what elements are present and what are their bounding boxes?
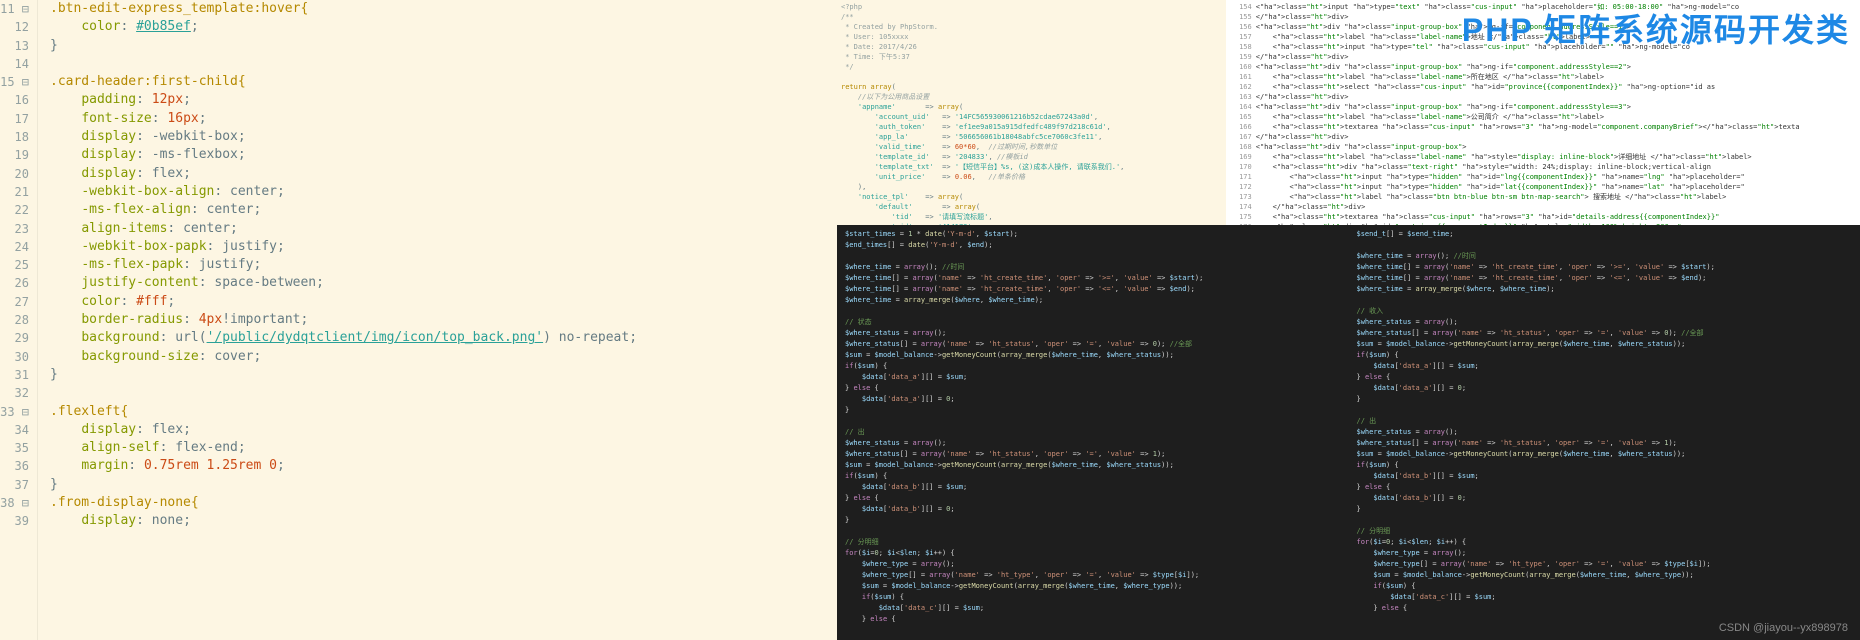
dark-editor-row: $start_times = 1 * date('Y-m-d', $start)…	[837, 225, 1860, 640]
css-code-area[interactable]: .btn-edit-express_template:hover{ color:…	[38, 0, 837, 640]
title-overlay: PHP 矩阵系统源码开发类	[1462, 10, 1850, 52]
right-top-row: <?php /** * Created by PhpStorm. * User:…	[837, 0, 1860, 225]
dark-code-left[interactable]: $start_times = 1 * date('Y-m-d', $start)…	[837, 225, 1349, 640]
html-template-panel[interactable]: 154<"ha">class="ht">input "ha">type="tex…	[1226, 0, 1860, 225]
csdn-watermark: CSDN @jiayou--yx898978	[1719, 622, 1848, 634]
php-config-panel[interactable]: <?php /** * Created by PhpStorm. * User:…	[837, 0, 1226, 225]
right-panel: <?php /** * Created by PhpStorm. * User:…	[837, 0, 1860, 640]
line-gutter: 11 ⊟ 12 13 14 15 ⊟ 16 17 18 19 20 21 22 …	[0, 0, 38, 640]
dark-code-right[interactable]: $send_t[] = $send_time; $where_time = ar…	[1349, 225, 1860, 640]
css-editor-panel: 11 ⊟ 12 13 14 15 ⊟ 16 17 18 19 20 21 22 …	[0, 0, 837, 640]
